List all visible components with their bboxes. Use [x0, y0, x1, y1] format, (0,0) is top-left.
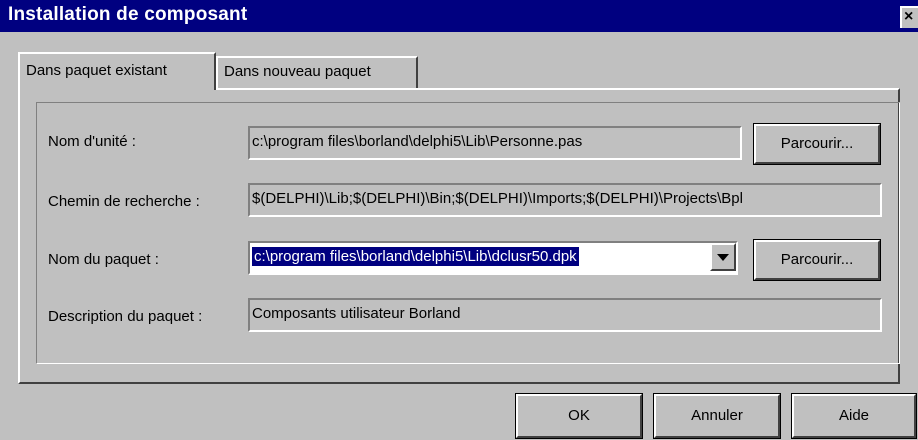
package-name-combobox[interactable]: c:\program files\borland\delphi5\Lib\dcl… — [248, 241, 738, 275]
unit-name-value: c:\program files\borland\delphi5\Lib\Per… — [252, 133, 583, 150]
package-name-dropdown-button[interactable] — [710, 243, 736, 271]
package-name-value: c:\program files\borland\delphi5\Lib\dcl… — [252, 247, 579, 266]
title-bar[interactable]: Installation de composant × — [0, 0, 918, 32]
package-description-label: Description du paquet : — [48, 308, 203, 325]
search-path-field[interactable]: $(DELPHI)\Lib;$(DELPHI)\Bin;$(DELPHI)\Im… — [248, 183, 882, 217]
dialog-window: Installation de composant × Dans paquet … — [0, 0, 918, 440]
help-label: Aide — [838, 407, 870, 424]
browse-unit-button[interactable]: Parcourir... — [753, 123, 881, 165]
close-icon: × — [904, 8, 914, 25]
help-button[interactable]: Aide — [791, 393, 917, 439]
tab-label: Dans paquet existant — [26, 62, 167, 79]
ok-button[interactable]: OK — [515, 393, 643, 439]
tab-new-package[interactable]: Dans nouveau paquet — [216, 56, 418, 88]
close-button[interactable]: × — [900, 6, 918, 28]
package-description-field[interactable]: Composants utilisateur Borland — [248, 298, 882, 332]
tab-label: Dans nouveau paquet — [224, 63, 371, 80]
unit-name-label: Nom d'unité : — [48, 133, 136, 150]
browse-unit-label: Parcourir... — [780, 135, 854, 152]
browse-package-button[interactable]: Parcourir... — [753, 239, 881, 281]
chevron-down-icon — [717, 254, 729, 261]
package-description-value: Composants utilisateur Borland — [252, 305, 461, 322]
cancel-label: Annuler — [691, 407, 743, 424]
package-name-label: Nom du paquet : — [48, 251, 159, 268]
search-path-value: $(DELPHI)\Lib;$(DELPHI)\Bin;$(DELPHI)\Im… — [252, 190, 743, 207]
tab-existing-package[interactable]: Dans paquet existant — [18, 52, 216, 90]
cancel-button[interactable]: Annuler — [653, 393, 781, 439]
browse-package-label: Parcourir... — [780, 251, 854, 268]
search-path-label: Chemin de recherche : — [48, 193, 200, 210]
window-title: Installation de composant — [8, 4, 248, 25]
ok-label: OK — [568, 407, 590, 424]
unit-name-field[interactable]: c:\program files\borland\delphi5\Lib\Per… — [248, 126, 742, 160]
